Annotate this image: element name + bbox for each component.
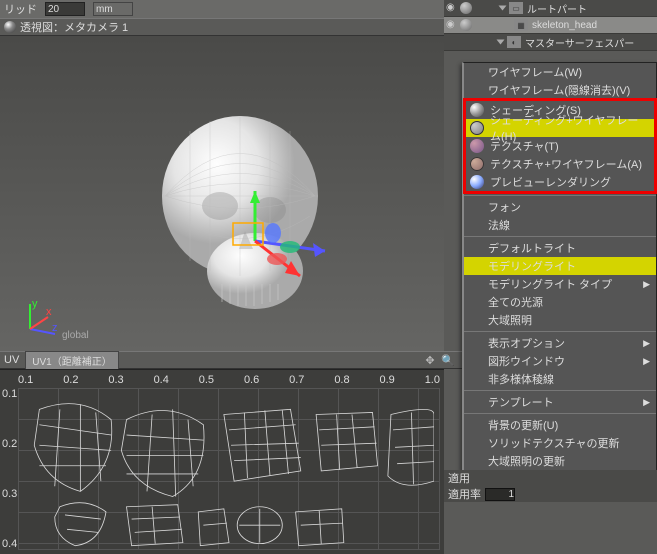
tree-label: マスターサーフェスパー xyxy=(525,35,634,50)
uv-x-ticks: 0.10.20.30.40.50.60.70.80.91.0 xyxy=(18,374,440,386)
menu-preview-render[interactable]: プレビューレンダリング xyxy=(466,173,654,191)
apply-rate-label: 適用率 xyxy=(448,486,481,502)
grid-value-input[interactable] xyxy=(45,2,85,16)
unit-select[interactable]: mm xyxy=(93,2,133,16)
mesh-icon: ▦ xyxy=(514,19,528,31)
wiresphere-icon xyxy=(470,121,484,135)
menu-solid-tex-update[interactable]: ソリッドテクスチャの更新 xyxy=(464,434,656,452)
viewport-title: 透視図：メタカメラ 1 xyxy=(20,19,128,35)
submenu-arrow-icon: ▶ xyxy=(643,356,650,367)
eye-icon[interactable]: ◉ xyxy=(446,19,458,31)
apply-rate-row: 適用率 xyxy=(444,486,657,502)
menu-wireframe[interactable]: ワイヤフレーム(W) xyxy=(464,63,656,81)
menu-shading-wireframe[interactable]: シェーディング+ワイヤフレーム(H) xyxy=(466,119,654,137)
part-icon: ▭ xyxy=(509,2,523,14)
menu-texture-wireframe[interactable]: テクスチャ+ワイヤフレーム(A) xyxy=(466,155,654,173)
axis-indicator: y z x xyxy=(20,299,60,339)
eye-icon[interactable]: ◉ xyxy=(446,2,458,14)
apply-rate-input[interactable] xyxy=(485,488,515,501)
submenu-arrow-icon: ▶ xyxy=(643,338,650,349)
texwiresphere-icon xyxy=(470,157,484,171)
shade-ball-icon[interactable] xyxy=(460,19,472,31)
sphere-icon xyxy=(470,103,484,117)
menu-display-options[interactable]: 表示オプション▶ xyxy=(464,334,656,352)
menu-normal[interactable]: 法線 xyxy=(464,216,656,234)
menu-global-illum[interactable]: 大域照明 xyxy=(464,311,656,329)
menu-bg-update[interactable]: 背景の更新(U) xyxy=(464,416,656,434)
uv-viewport[interactable]: 0.10.20.30.40.50.60.70.80.91.0 0.10.20.3… xyxy=(0,369,444,554)
svg-text:y: y xyxy=(32,299,38,310)
shading-context-menu: ワイヤフレーム(W) ワイヤフレーム(隠線消去)(V) シェーディング(S) シ… xyxy=(462,62,657,471)
rendersphere-icon xyxy=(470,175,484,189)
tree-row-root[interactable]: ◉ ▭ ルートパート xyxy=(444,0,657,17)
menu-all-lights[interactable]: 全ての光源 xyxy=(464,293,656,311)
menu-texture[interactable]: テクスチャ(T) xyxy=(466,137,654,155)
surface-icon: ◐ xyxy=(507,36,521,48)
grid-label: リッド xyxy=(4,1,37,17)
coord-space-label: global xyxy=(62,330,89,341)
scene-tree[interactable]: ◉ ▭ ルートパート ◉ ▦ skeleton_head ◐ マスターサーフェス… xyxy=(444,0,657,51)
texsphere-icon xyxy=(470,139,484,153)
menu-modeling-light-type[interactable]: モデリングライト タイプ▶ xyxy=(464,275,656,293)
uv-y-ticks: 0.10.20.30.4 xyxy=(2,388,17,550)
uv-mesh xyxy=(24,394,434,548)
perspective-viewport[interactable]: y z x global xyxy=(0,36,444,351)
apply-label: 適用 xyxy=(448,470,470,486)
tree-label: skeleton_head xyxy=(532,20,597,31)
uv-move-icon[interactable]: ✥ xyxy=(423,353,437,367)
tree-row-master-surface[interactable]: ◐ マスターサーフェスパー xyxy=(444,34,657,51)
tree-row-skeleton[interactable]: ◉ ▦ skeleton_head xyxy=(444,17,657,34)
svg-text:x: x xyxy=(46,306,52,318)
svg-text:z: z xyxy=(52,322,58,334)
menu-default-light[interactable]: デフォルトライト xyxy=(464,239,656,257)
uv-label: UV xyxy=(4,354,19,366)
menu-shading-group-highlight: シェーディング(S) シェーディング+ワイヤフレーム(H) テクスチャ(T) テ… xyxy=(463,98,657,194)
tree-label: ルートパート xyxy=(527,1,587,16)
uv-zoom-icon[interactable]: 🔍 xyxy=(441,353,455,367)
menu-modeling-light[interactable]: モデリングライト xyxy=(464,257,656,275)
menu-gi-update[interactable]: 大域照明の更新 xyxy=(464,452,656,470)
uv-mode-select[interactable]: UV1（距離補正） xyxy=(25,351,118,370)
expand-icon[interactable] xyxy=(497,40,505,45)
expand-icon[interactable] xyxy=(499,6,507,11)
shade-ball-icon[interactable] xyxy=(460,2,472,14)
menu-phong[interactable]: フォン xyxy=(464,198,656,216)
submenu-arrow-icon: ▶ xyxy=(643,279,650,290)
camera-icon xyxy=(4,21,16,33)
transform-gizmo[interactable] xyxy=(225,191,345,311)
menu-shape-window[interactable]: 図形ウインドウ▶ xyxy=(464,352,656,370)
menu-template[interactable]: テンプレート▶ xyxy=(464,393,656,411)
properties-panel: 適用 適用率 xyxy=(444,470,657,502)
apply-row: 適用 xyxy=(444,470,657,486)
menu-nonmanifold[interactable]: 非多様体稜線 xyxy=(464,370,656,388)
submenu-arrow-icon: ▶ xyxy=(643,397,650,408)
menu-wireframe-hidden[interactable]: ワイヤフレーム(隠線消去)(V) xyxy=(464,81,656,99)
